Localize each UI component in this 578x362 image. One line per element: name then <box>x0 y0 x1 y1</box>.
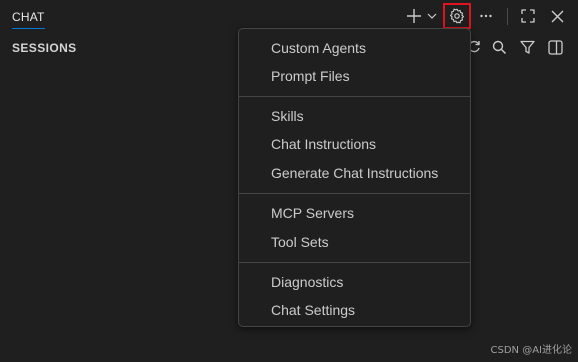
menu-item-mcp-servers[interactable]: MCP Servers <box>271 203 354 223</box>
menu-item-custom-agents[interactable]: Custom Agents <box>271 38 366 58</box>
filter-icon[interactable] <box>519 39 535 55</box>
plus-icon[interactable] <box>405 7 423 25</box>
close-icon[interactable] <box>549 8 565 24</box>
toolbar-separator <box>507 8 508 25</box>
menu-item-skills[interactable]: Skills <box>271 106 304 126</box>
menu-separator <box>239 193 470 194</box>
chevron-down-icon[interactable] <box>426 9 438 23</box>
maximize-icon[interactable] <box>520 8 536 24</box>
chat-panel: CHAT SESSIONS Custom Agents Prompt Files… <box>0 0 578 362</box>
menu-item-chat-settings[interactable]: Chat Settings <box>271 300 355 320</box>
menu-item-generate-chat-instructions[interactable]: Generate Chat Instructions <box>271 163 438 183</box>
active-tab-indicator <box>12 28 45 29</box>
tab-chat[interactable]: CHAT <box>12 10 45 24</box>
more-icon[interactable] <box>478 8 494 24</box>
menu-separator <box>239 96 470 97</box>
menu-item-chat-instructions[interactable]: Chat Instructions <box>271 134 376 154</box>
menu-separator <box>239 262 470 263</box>
gear-icon[interactable] <box>448 7 466 25</box>
split-view-icon[interactable] <box>547 39 563 55</box>
menu-item-tool-sets[interactable]: Tool Sets <box>271 232 329 252</box>
search-icon[interactable] <box>491 39 507 55</box>
sessions-title: SESSIONS <box>12 41 77 55</box>
settings-menu: Custom Agents Prompt Files Skills Chat I… <box>238 28 471 327</box>
menu-item-prompt-files[interactable]: Prompt Files <box>271 66 350 86</box>
menu-item-diagnostics[interactable]: Diagnostics <box>271 272 343 292</box>
watermark: CSDN @AI进化论 <box>490 345 572 356</box>
